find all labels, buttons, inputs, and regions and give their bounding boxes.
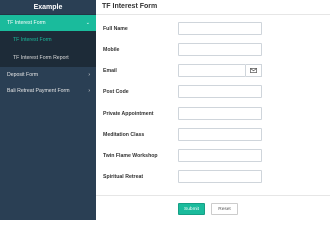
meditation-class-label: Meditation Class bbox=[103, 132, 145, 138]
post-code-input[interactable] bbox=[178, 85, 262, 98]
menu-item-deposit-form[interactable]: Deposit Form › bbox=[0, 67, 96, 83]
submenu: TF Interest Form TF Interest Form Report bbox=[0, 31, 96, 67]
sidebar: Example TF Interest Form ⌄ TF Interest F… bbox=[0, 0, 96, 220]
title-divider bbox=[96, 14, 330, 15]
chevron-right-icon: › bbox=[88, 72, 90, 78]
chevron-right-icon: › bbox=[88, 88, 90, 94]
menu-item-label: Deposit Form bbox=[7, 72, 39, 78]
full-name-input[interactable] bbox=[178, 22, 262, 35]
envelope-icon bbox=[250, 68, 257, 73]
menu-item-label: Bali Retreat Payment Form bbox=[7, 88, 70, 94]
sidebar-brand-title: Example bbox=[0, 0, 96, 15]
page-title: TF Interest Form bbox=[102, 3, 158, 10]
buttons-divider bbox=[96, 195, 330, 196]
email-addon bbox=[246, 64, 262, 77]
form-row-spiritual-retreat: Spiritual Retreat bbox=[96, 170, 330, 184]
meditation-class-input[interactable] bbox=[178, 128, 262, 141]
submenu-item-tf-interest-form[interactable]: TF Interest Form bbox=[0, 31, 96, 49]
email-label: Email bbox=[103, 68, 117, 74]
reset-button[interactable]: Reset bbox=[211, 203, 238, 215]
twin-flame-workshop-label: Twin Flame Workshop bbox=[103, 153, 158, 159]
form-row-email: Email bbox=[96, 64, 330, 78]
spiritual-retreat-label: Spiritual Retreat bbox=[103, 174, 144, 180]
menu-item-label: TF Interest Form bbox=[7, 20, 46, 26]
mobile-label: Mobile bbox=[103, 47, 120, 53]
post-code-label: Post Code bbox=[103, 89, 129, 95]
mobile-input[interactable] bbox=[178, 43, 262, 56]
form-row-full-name: Full Name bbox=[96, 22, 330, 36]
chevron-down-icon: ⌄ bbox=[85, 20, 90, 26]
form-row-mobile: Mobile bbox=[96, 43, 330, 57]
email-input[interactable] bbox=[178, 64, 246, 77]
spiritual-retreat-input[interactable] bbox=[178, 170, 262, 183]
menu-item-tf-interest-form[interactable]: TF Interest Form ⌄ bbox=[0, 15, 96, 31]
submit-button[interactable]: Submit bbox=[178, 203, 205, 215]
form-row-post-code: Post Code bbox=[96, 85, 330, 99]
form-row-meditation-class: Meditation Class bbox=[96, 128, 330, 142]
menu-item-bali-retreat-payment-form[interactable]: Bali Retreat Payment Form › bbox=[0, 83, 96, 99]
private-appointment-label: Private Appointment bbox=[103, 111, 154, 117]
private-appointment-input[interactable] bbox=[178, 107, 262, 120]
submenu-item-tf-interest-form-report[interactable]: TF Interest Form Report bbox=[0, 49, 96, 67]
twin-flame-workshop-input[interactable] bbox=[178, 149, 262, 162]
form-row-twin-flame-workshop: Twin Flame Workshop bbox=[96, 149, 330, 163]
main-content: TF Interest Form Full Name Mobile Email … bbox=[96, 0, 330, 220]
form-row-private-appointment: Private Appointment bbox=[96, 107, 330, 121]
full-name-label: Full Name bbox=[103, 26, 128, 32]
